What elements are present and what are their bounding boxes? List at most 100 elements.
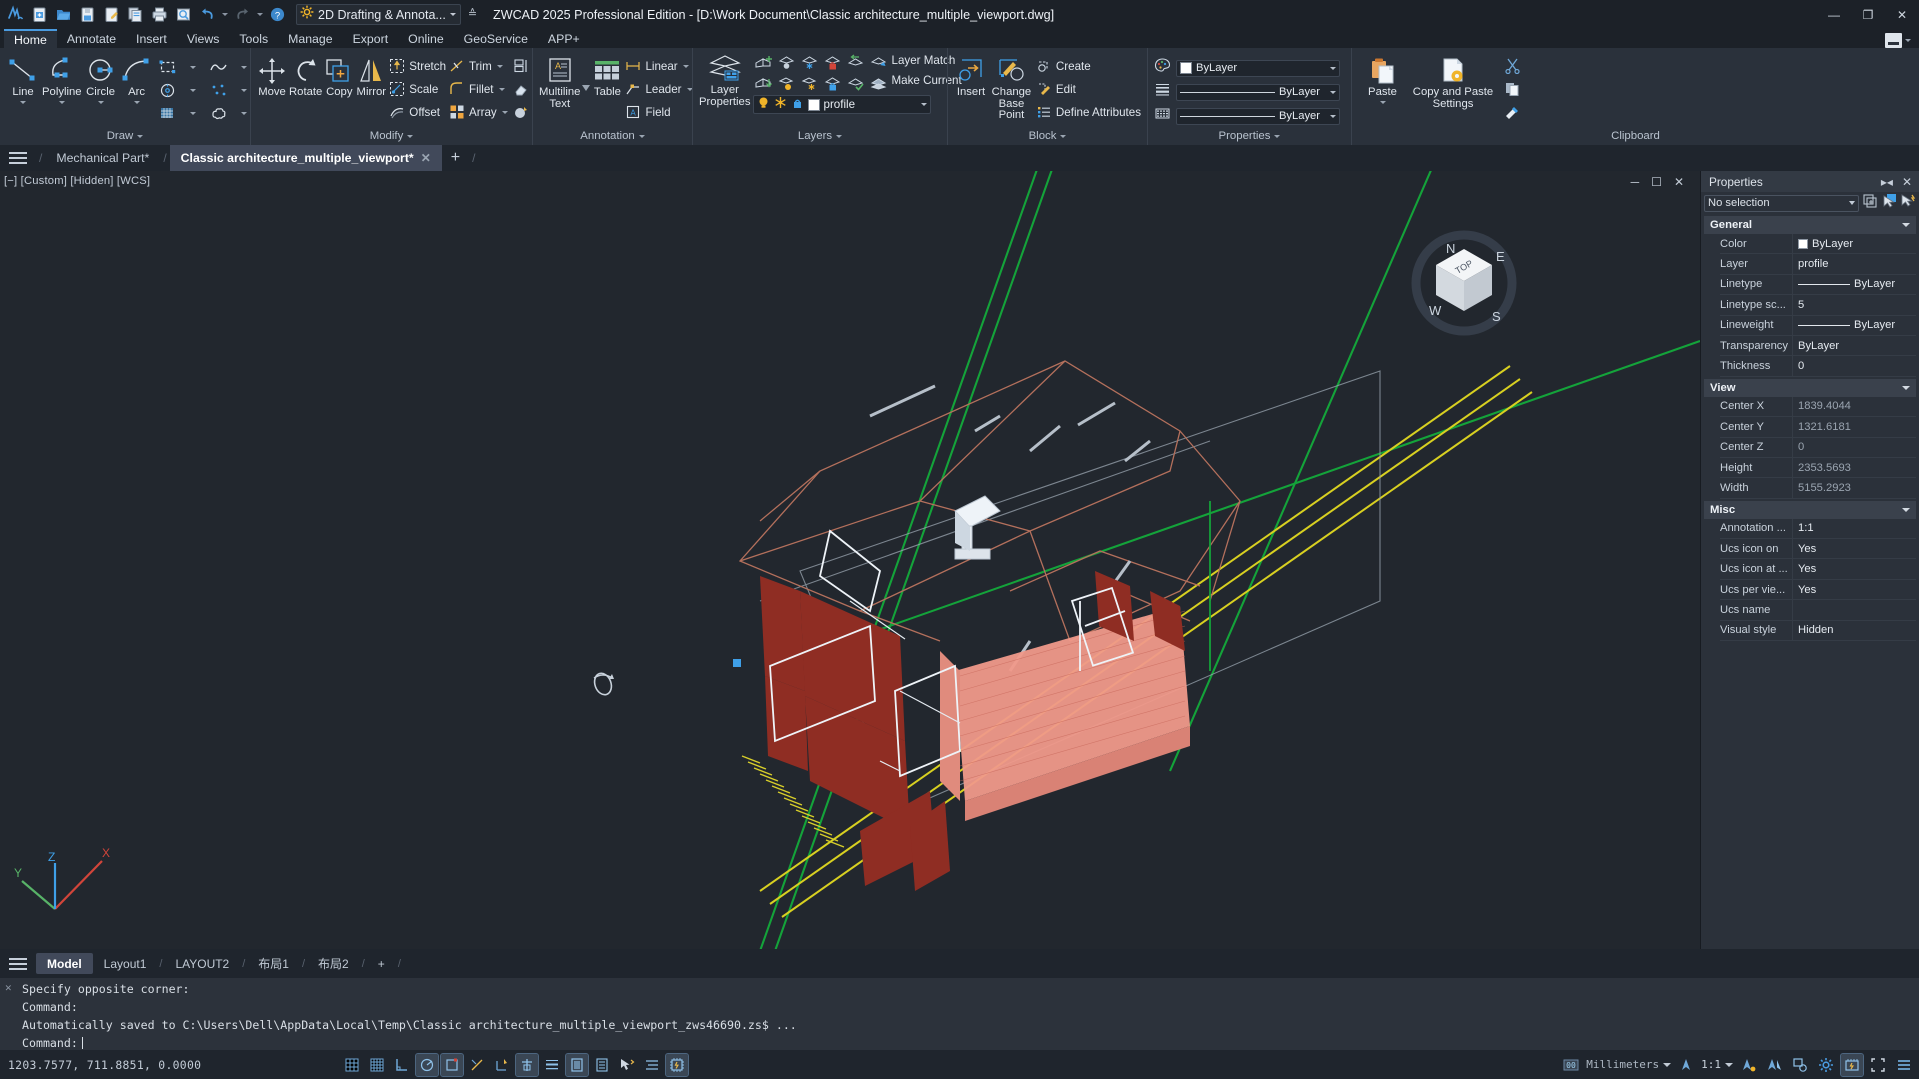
property-value[interactable]: Yes <box>1792 559 1916 579</box>
tool-copy-paste-settings[interactable]: Copy and Paste Settings <box>1409 52 1497 110</box>
property-row-ucs-icon-at-origin[interactable]: Ucs icon at ... Yes <box>1720 559 1916 580</box>
annotation-scale-icon[interactable] <box>1675 1054 1697 1076</box>
select-objects-icon[interactable] <box>1881 193 1897 214</box>
chevron-down-icon[interactable] <box>1849 201 1855 205</box>
property-value[interactable]: ByLayer <box>1792 274 1916 295</box>
tool-explode[interactable] <box>510 55 532 77</box>
layer-unlock-icon[interactable] <box>822 73 844 93</box>
layer-previous-icon[interactable] <box>845 52 867 72</box>
layer-off-icon[interactable] <box>776 52 798 72</box>
ribbon-tab-strip[interactable]: Home Annotate Insert Views Tools Manage … <box>0 29 1919 48</box>
tool-field[interactable]: A Field <box>624 101 692 123</box>
property-value[interactable]: ByLayer <box>1792 335 1916 356</box>
tool-copy[interactable]: Copy <box>324 52 354 99</box>
chevron-down-icon[interactable] <box>500 111 508 114</box>
tool-array[interactable]: Array <box>448 101 508 123</box>
chevron-down-icon[interactable] <box>1330 115 1336 118</box>
status-bar[interactable]: 1203.7577, 711.8851, 0.0000 00 Millimete… <box>0 1050 1919 1079</box>
dynamic-ucs-icon[interactable] <box>491 1054 513 1076</box>
point-icon[interactable] <box>207 79 231 101</box>
chevron-down-icon[interactable] <box>1060 135 1066 138</box>
property-row-lineweight[interactable]: Lineweight ByLayer <box>1720 315 1916 336</box>
draw-extra-tools-2[interactable] <box>207 52 256 124</box>
auto-scale-icon[interactable] <box>1763 1054 1785 1076</box>
property-row-ucs-icon-on[interactable]: Ucs icon on Yes <box>1720 539 1916 560</box>
chevron-down-icon[interactable] <box>137 135 143 138</box>
layer-new-icon[interactable] <box>753 52 775 72</box>
property-value[interactable]: 1839.4044 <box>1792 396 1916 417</box>
document-tab-mechanical-part[interactable]: Mechanical Part* <box>45 145 160 171</box>
minimize-viewport-icon[interactable]: ─ <box>1631 175 1640 189</box>
annotation-scale-value[interactable]: 1:1 <box>1701 1058 1721 1071</box>
spline-icon[interactable] <box>207 56 231 78</box>
layer-current-check-icon[interactable] <box>845 73 867 93</box>
tool-line[interactable]: Line <box>6 52 40 104</box>
close-command-line-icon[interactable]: ✕ <box>5 981 12 994</box>
property-value[interactable]: 5155.2923 <box>1792 478 1916 498</box>
dynamic-input-icon[interactable] <box>515 1052 540 1077</box>
maximize-button[interactable]: ❐ <box>1851 0 1885 29</box>
chevron-down-icon[interactable] <box>582 78 591 96</box>
ribbon-tab-insert[interactable]: Insert <box>126 29 177 48</box>
status-toggles[interactable] <box>341 1052 690 1077</box>
linetype-row[interactable]: ByLayer <box>1154 106 1340 126</box>
new-layout-button[interactable]: + <box>367 953 396 974</box>
workspace-selector[interactable]: 2D Drafting & Annota... <box>296 4 461 25</box>
chevron-down-icon[interactable] <box>450 13 456 16</box>
chevron-down-icon[interactable] <box>407 135 413 138</box>
tool-scale[interactable]: Scale <box>388 78 446 100</box>
property-row-color[interactable]: Color ByLayer <box>1720 234 1916 255</box>
snowflake-icon[interactable] <box>774 96 787 114</box>
redo-icon[interactable] <box>231 4 253 26</box>
revision-cloud-icon[interactable] <box>207 102 231 124</box>
ellipse-icon[interactable] <box>156 79 180 101</box>
property-value[interactable]: 1:1 <box>1792 518 1916 539</box>
property-row-center-z[interactable]: Center Z 0 <box>1720 437 1916 458</box>
linetype-combo[interactable]: ByLayer <box>1176 107 1340 125</box>
chevron-down-icon[interactable] <box>59 100 65 104</box>
chevron-down-icon[interactable] <box>1902 386 1910 390</box>
tool-erase[interactable] <box>510 78 532 100</box>
ribbon-tab-tools[interactable]: Tools <box>229 29 278 48</box>
chevron-down-icon[interactable] <box>1274 135 1280 138</box>
lineweight-row[interactable]: ByLayer <box>1154 82 1340 102</box>
tool-move[interactable]: Move <box>257 52 287 99</box>
modify-column-1[interactable]: Stretch Scale Offset <box>388 52 446 123</box>
layout-tab-bujv2[interactable]: 布局2 <box>307 953 360 974</box>
ribbon-tab-app-plus[interactable]: APP+ <box>538 29 590 48</box>
layout-tab-model[interactable]: Model <box>36 953 93 974</box>
zwcad-logo-icon[interactable] <box>4 4 26 26</box>
ribbon-tab-geoservice[interactable]: GeoService <box>454 29 538 48</box>
layer-merge-icon[interactable] <box>868 73 890 93</box>
tool-paste[interactable]: Paste <box>1358 52 1407 104</box>
color-combo[interactable]: ByLayer <box>1176 59 1340 77</box>
draw-extra-tools[interactable] <box>156 52 205 124</box>
property-value[interactable]: Hidden <box>1792 620 1916 641</box>
status-bar-right[interactable]: 00 Millimeters 1:1 <box>1560 1050 1915 1079</box>
tool-polyline[interactable]: Polyline <box>42 52 82 104</box>
document-tab-classic-architecture[interactable]: Classic architecture_multiple_viewport* … <box>169 145 442 171</box>
tool-define-attributes[interactable]: Define Attributes <box>1035 101 1141 123</box>
ribbon-collapse-controls[interactable] <box>1885 33 1911 48</box>
undo-icon[interactable] <box>196 4 218 26</box>
object-snap-tracking-icon[interactable] <box>466 1054 488 1076</box>
property-value[interactable]: 0 <box>1792 356 1916 376</box>
fullscreen-icon[interactable] <box>1867 1054 1889 1076</box>
chevron-down-icon[interactable] <box>98 100 104 104</box>
chevron-down-icon[interactable] <box>1380 100 1386 104</box>
chevron-down-icon[interactable] <box>1902 223 1910 227</box>
cursor-coordinates[interactable]: 1203.7577, 711.8851, 0.0000 <box>0 1058 201 1072</box>
property-row-linetype-scale[interactable]: Linetype sc... 5 <box>1720 295 1916 316</box>
layout-tab-layout1[interactable]: Layout1 <box>93 953 158 974</box>
properties-group-misc[interactable]: Misc <box>1704 500 1916 519</box>
clipboard-column[interactable] <box>1499 52 1525 123</box>
save-icon[interactable] <box>76 4 98 26</box>
view-cube[interactable]: N E S W TOP <box>1408 229 1520 337</box>
hardware-acceleration-icon[interactable] <box>665 1052 690 1077</box>
grid-display-icon[interactable] <box>366 1054 388 1076</box>
close-button[interactable]: ✕ <box>1885 0 1919 29</box>
tool-mirror[interactable]: Mirror <box>356 52 386 99</box>
properties-selection-row[interactable]: No selection <box>1701 192 1919 214</box>
close-icon[interactable]: ✕ <box>421 151 431 165</box>
selection-cycling-icon[interactable] <box>616 1054 638 1076</box>
